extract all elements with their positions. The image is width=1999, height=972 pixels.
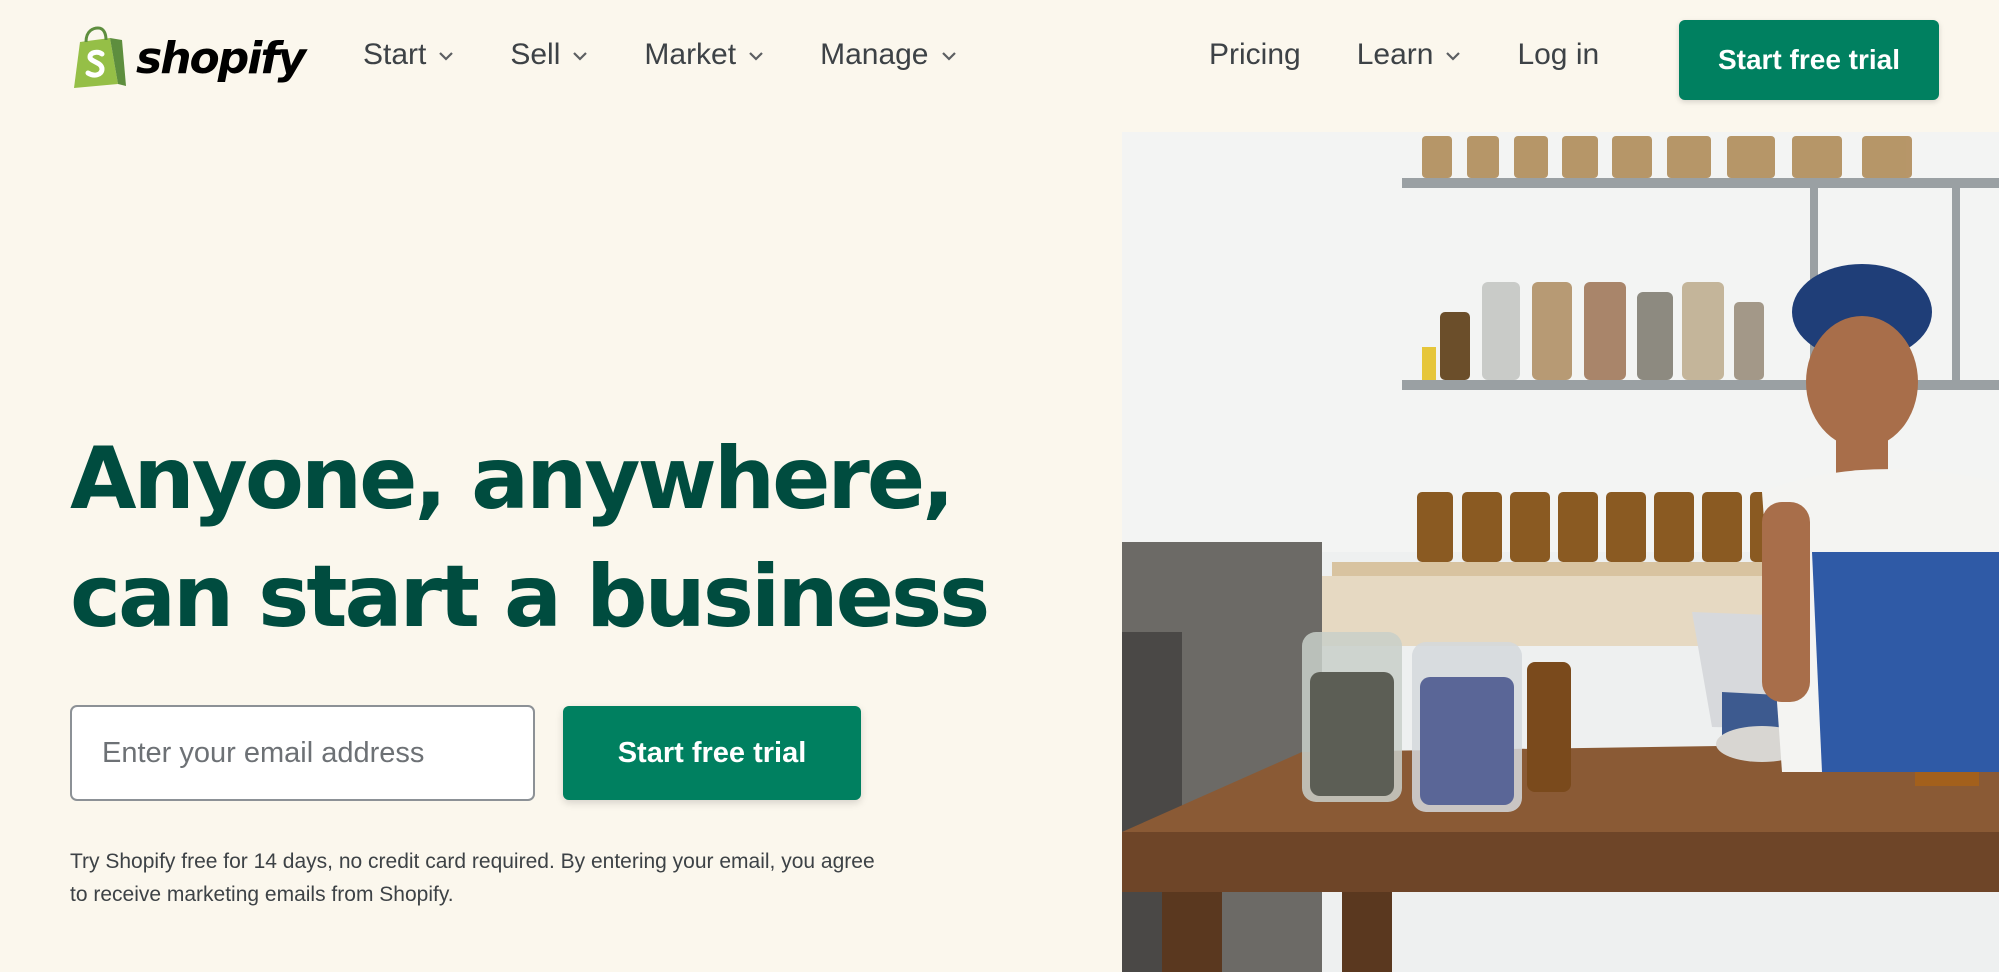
email-input[interactable]	[70, 705, 535, 801]
chevron-down-icon	[941, 52, 956, 61]
headline-line-2: can start a business	[70, 547, 990, 647]
chevron-down-icon	[573, 52, 588, 61]
chevron-down-icon	[1446, 52, 1461, 61]
logo-wordmark: shopify	[136, 32, 306, 84]
page: shopify Start Sell Market Manage Pricing…	[0, 0, 1999, 972]
nav-item-label: Market	[644, 38, 737, 71]
nav-item-label: Pricing	[1209, 38, 1301, 71]
nav-item-login[interactable]: Log in	[1517, 38, 1599, 72]
hero-start-trial-button[interactable]: Start free trial	[563, 706, 861, 800]
nav-item-learn[interactable]: Learn	[1357, 38, 1462, 72]
nav-item-label: Start	[363, 38, 427, 71]
hero-photo-illustration	[1122, 132, 1999, 972]
chevron-down-icon	[749, 52, 763, 61]
site-header: shopify Start Sell Market Manage Pricing…	[0, 0, 1999, 122]
nav-item-manage[interactable]: Manage	[820, 38, 956, 72]
trial-disclaimer: Try Shopify free for 14 days, no credit …	[70, 850, 875, 906]
nav-item-label: Manage	[820, 38, 929, 71]
nav-item-label: Log in	[1517, 38, 1600, 71]
secondary-nav: Pricing Learn Log in	[1209, 38, 1599, 72]
nav-item-pricing[interactable]: Pricing	[1209, 38, 1301, 72]
nav-item-market[interactable]: Market	[644, 38, 764, 72]
nav-item-sell[interactable]: Sell	[510, 38, 588, 72]
headline-line-1: Anyone, anywhere,	[70, 429, 955, 529]
nav-item-label: Sell	[510, 38, 561, 71]
primary-nav: Start Sell Market Manage	[363, 38, 957, 72]
nav-item-start[interactable]: Start	[363, 38, 454, 72]
shop-owner-photo	[1122, 132, 1999, 972]
chevron-down-icon	[439, 52, 454, 61]
shopify-logo[interactable]: shopify	[70, 26, 306, 90]
hero-headline: Anyone, anywhere, can start a business	[70, 420, 1070, 656]
nav-item-label: Learn	[1356, 38, 1434, 71]
header-start-trial-button[interactable]: Start free trial	[1679, 20, 1939, 100]
shopping-bag-icon	[74, 26, 126, 88]
